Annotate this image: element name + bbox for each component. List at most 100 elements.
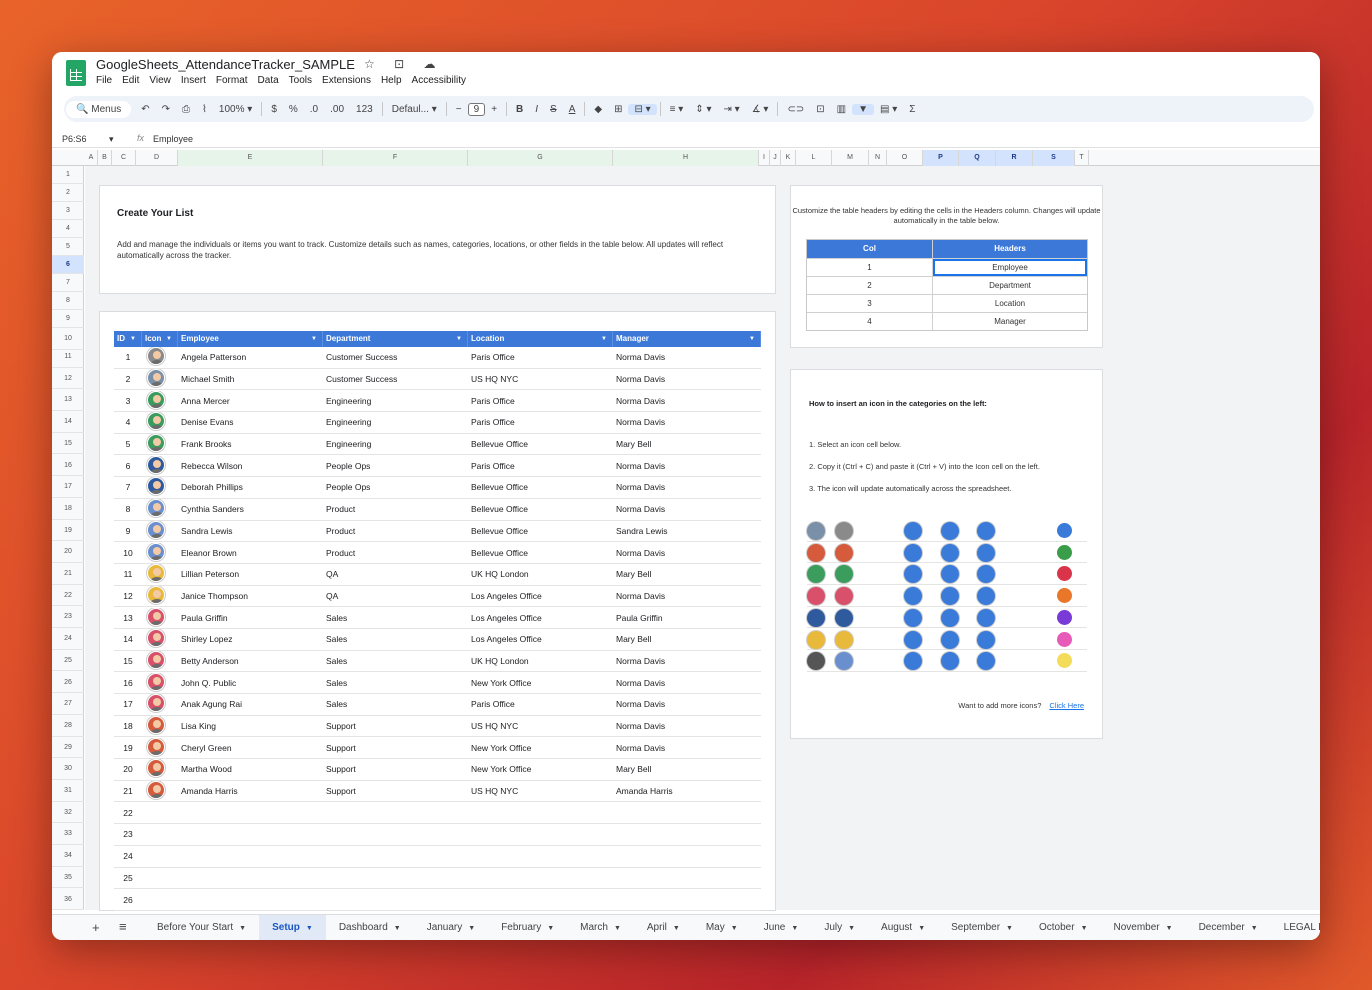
row-icon-cell[interactable] bbox=[142, 542, 178, 563]
animal-avatar-icon[interactable] bbox=[977, 565, 995, 584]
filter-icon[interactable]: ▼ bbox=[749, 331, 755, 347]
table-row[interactable]: 19 Cheryl Green Support New York Office Norm… bbox=[114, 737, 761, 760]
table-row[interactable]: 9 Sandra Lewis Product Bellevue Office Sandr… bbox=[114, 520, 761, 543]
increase-decimal-button[interactable]: .00 bbox=[324, 104, 350, 115]
animal-avatar-icon[interactable] bbox=[904, 587, 922, 606]
animal-avatar-icon[interactable] bbox=[977, 652, 995, 671]
column-header-a[interactable]: A bbox=[85, 150, 98, 166]
row-employee[interactable]: Paula Griffin bbox=[178, 613, 323, 623]
filter-icon[interactable]: ▼ bbox=[456, 331, 462, 347]
person-avatar-icon[interactable] bbox=[835, 543, 853, 562]
person-avatar-icon[interactable] bbox=[835, 587, 853, 606]
row-department[interactable]: Product bbox=[323, 526, 468, 536]
row-employee[interactable]: Lillian Peterson bbox=[178, 569, 323, 579]
table-row[interactable]: 3 Anna Mercer Engineering Paris Office Norma… bbox=[114, 390, 761, 413]
table-row[interactable]: 25 bbox=[114, 868, 761, 890]
row-icon-cell[interactable] bbox=[142, 607, 178, 628]
row-employee[interactable]: Rebecca Wilson bbox=[178, 461, 323, 471]
chevron-down-icon[interactable]: ▼ bbox=[731, 925, 738, 932]
row-header-35[interactable]: 35 bbox=[52, 867, 84, 889]
row-employee[interactable]: Denise Evans bbox=[178, 417, 323, 427]
row-header-27[interactable]: 27 bbox=[52, 693, 84, 715]
row-department[interactable]: QA bbox=[323, 569, 468, 579]
italic-button[interactable]: I bbox=[529, 104, 544, 115]
row-employee[interactable]: Amanda Harris bbox=[178, 786, 323, 796]
row-employee[interactable]: Cheryl Green bbox=[178, 743, 323, 753]
animal-avatar-icon[interactable] bbox=[977, 587, 995, 606]
row-location[interactable]: New York Office bbox=[468, 764, 613, 774]
person-avatar-icon[interactable] bbox=[807, 565, 825, 584]
row-department[interactable]: Sales bbox=[323, 634, 468, 644]
tab-november[interactable]: November ▼ bbox=[1101, 915, 1186, 940]
tab-july[interactable]: July ▼ bbox=[811, 915, 868, 940]
tab-before-your-start[interactable]: Before Your Start ▼ bbox=[144, 915, 259, 940]
row-header-8[interactable]: 8 bbox=[52, 292, 84, 310]
row-manager[interactable]: Norma Davis bbox=[613, 743, 761, 753]
table-row[interactable]: 10 Eleanor Brown Product Bellevue Office Nor… bbox=[114, 542, 761, 564]
functions-button[interactable]: Σ bbox=[903, 104, 921, 115]
row-employee[interactable]: Shirley Lopez bbox=[178, 634, 323, 644]
column-header-p[interactable]: P bbox=[923, 150, 959, 166]
headers-row[interactable]: 2 Department bbox=[807, 276, 1087, 294]
row-employee[interactable]: Janice Thompson bbox=[178, 591, 323, 601]
tab-january[interactable]: January ▼ bbox=[414, 915, 489, 940]
row-manager[interactable]: Norma Davis bbox=[613, 656, 761, 666]
strikethrough-button[interactable]: S bbox=[544, 104, 563, 115]
row-location[interactable]: UK HQ London bbox=[468, 656, 613, 666]
row-header-33[interactable]: 33 bbox=[52, 823, 84, 846]
chevron-down-icon[interactable]: ▼ bbox=[673, 925, 680, 932]
number-format-button[interactable]: 123 bbox=[350, 104, 379, 115]
row-header-31[interactable]: 31 bbox=[52, 780, 84, 802]
table-header-department[interactable]: Department ▼ bbox=[323, 331, 468, 347]
column-header-h[interactable]: H bbox=[613, 150, 759, 166]
column-header-s[interactable]: S bbox=[1033, 150, 1075, 166]
row-header-17[interactable]: 17 bbox=[52, 476, 84, 498]
all-sheets-icon[interactable]: ≡ bbox=[119, 919, 127, 934]
borders-icon[interactable]: ⊞ bbox=[608, 104, 628, 115]
row-header-32[interactable]: 32 bbox=[52, 802, 84, 824]
table-row[interactable]: 12 Janice Thompson QA Los Angeles Office Nor… bbox=[114, 585, 761, 608]
row-employee[interactable]: Michael Smith bbox=[178, 374, 323, 384]
row-department[interactable]: Engineering bbox=[323, 417, 468, 427]
link-icon[interactable]: ⊂⊃ bbox=[781, 104, 810, 115]
person-avatar-icon[interactable] bbox=[807, 522, 825, 540]
table-row[interactable]: 4 Denise Evans Engineering Paris Office Norm… bbox=[114, 412, 761, 434]
column-header-t[interactable]: T bbox=[1075, 150, 1089, 166]
column-header-f[interactable]: F bbox=[323, 150, 468, 166]
row-header-14[interactable]: 14 bbox=[52, 411, 84, 433]
row-manager[interactable]: Norma Davis bbox=[613, 699, 761, 709]
menus-search[interactable]: 🔍 Menus bbox=[66, 100, 132, 118]
row-header-24[interactable]: 24 bbox=[52, 628, 84, 650]
row-header-30[interactable]: 30 bbox=[52, 758, 84, 780]
row-location[interactable]: Paris Office bbox=[468, 417, 613, 427]
animal-avatar-icon[interactable] bbox=[977, 522, 995, 540]
row-header-13[interactable]: 13 bbox=[52, 389, 84, 412]
person-avatar-icon[interactable] bbox=[835, 522, 853, 540]
bold-button[interactable]: B bbox=[510, 104, 529, 115]
text-color-button[interactable]: A bbox=[563, 104, 582, 115]
person-avatar-icon[interactable] bbox=[807, 587, 825, 606]
table-row[interactable]: 23 bbox=[114, 824, 761, 846]
row-icon-cell[interactable] bbox=[142, 716, 178, 736]
row-header-9[interactable]: 9 bbox=[52, 310, 84, 328]
row-manager[interactable]: Amanda Harris bbox=[613, 786, 761, 796]
row-location[interactable]: US HQ NYC bbox=[468, 786, 613, 796]
table-row[interactable]: 2 Michael Smith Customer Success US HQ NYC N… bbox=[114, 369, 761, 391]
row-department[interactable]: Product bbox=[323, 548, 468, 558]
headers-name-cell[interactable]: Location bbox=[933, 295, 1087, 312]
person-avatar-icon[interactable] bbox=[835, 630, 853, 649]
row-header-28[interactable]: 28 bbox=[52, 715, 84, 737]
row-header-26[interactable]: 26 bbox=[52, 672, 84, 694]
table-header-location[interactable]: Location ▼ bbox=[468, 331, 613, 347]
font-size-increase-button[interactable]: + bbox=[485, 104, 503, 115]
row-department[interactable]: People Ops bbox=[323, 482, 468, 492]
menu-tools[interactable]: Tools bbox=[289, 75, 312, 86]
animal-avatar-icon[interactable] bbox=[977, 608, 995, 627]
fill-color-icon[interactable]: ◆ bbox=[588, 104, 608, 115]
row-employee[interactable]: Sandra Lewis bbox=[178, 526, 323, 536]
tab-june[interactable]: June ▼ bbox=[751, 915, 812, 940]
row-department[interactable]: Customer Success bbox=[323, 374, 468, 384]
chevron-down-icon[interactable]: ▼ bbox=[918, 925, 925, 932]
row-location[interactable]: New York Office bbox=[468, 743, 613, 753]
table-row[interactable]: 17 Anak Agung Rai Sales Paris Office Norma D… bbox=[114, 694, 761, 716]
